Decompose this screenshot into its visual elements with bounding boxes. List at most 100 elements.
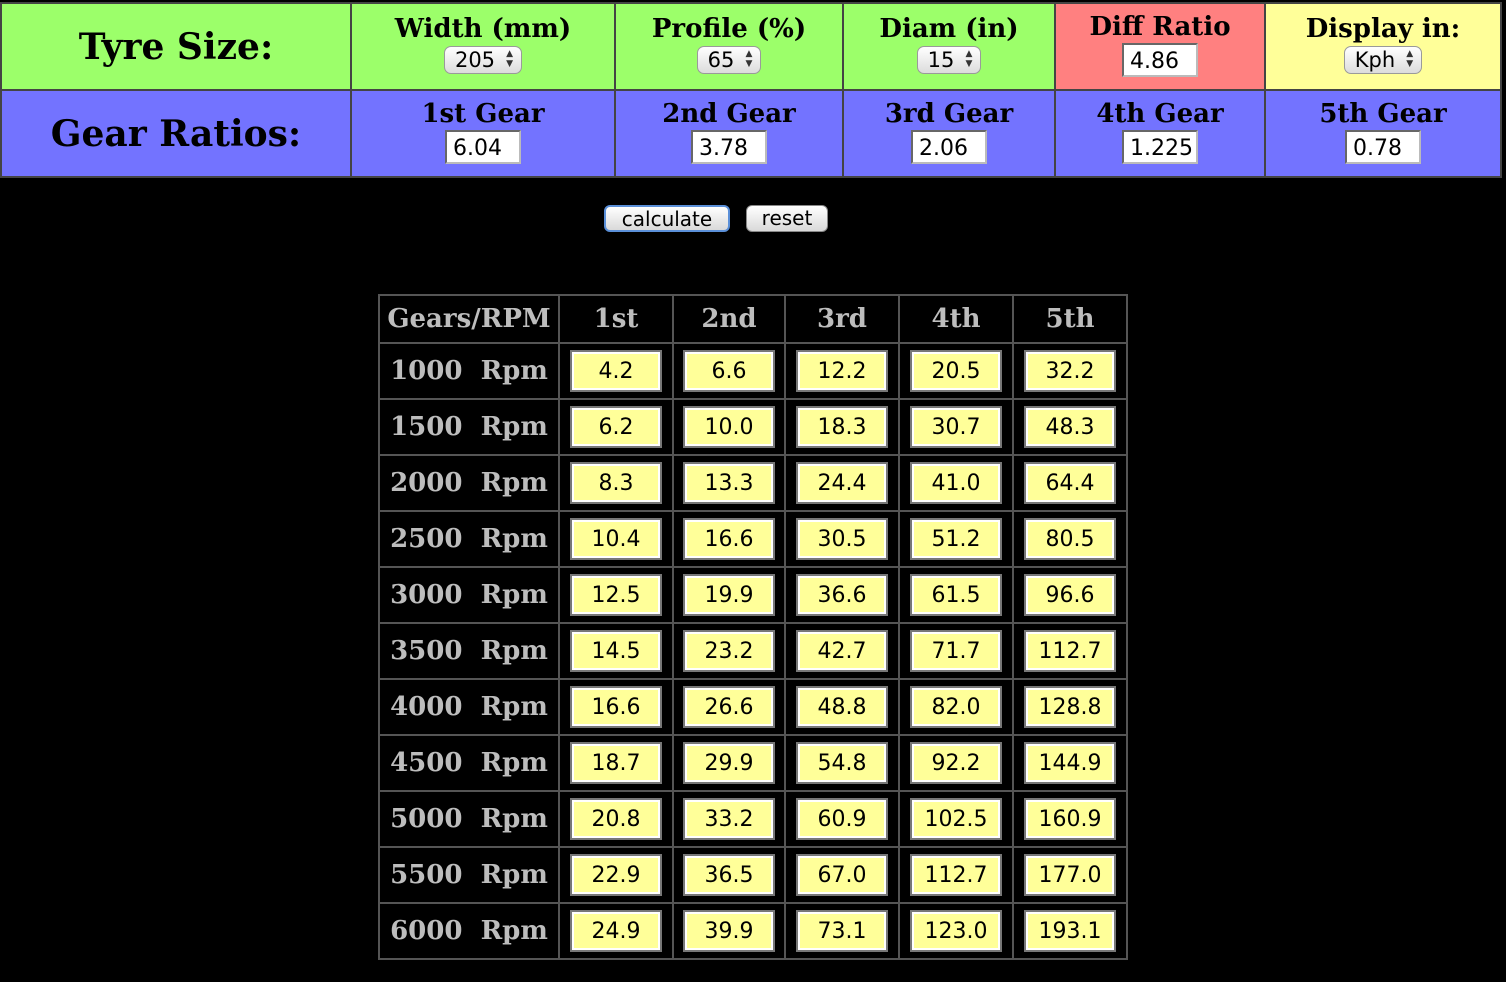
speed-cell: 82.0 xyxy=(898,678,1014,736)
gear-2-ratio-input[interactable]: 3.78 xyxy=(691,129,767,164)
speed-output-field[interactable]: 112.7 xyxy=(1024,630,1116,672)
speed-output-field[interactable]: 80.5 xyxy=(1024,518,1116,560)
reset-button[interactable]: reset xyxy=(746,205,828,232)
gear-4-cell: 4th Gear 1.225 xyxy=(1054,89,1266,178)
rpm-row-label: 2500 Rpm xyxy=(378,510,560,568)
speed-output-field[interactable]: 41.0 xyxy=(910,462,1002,504)
speed-output-field[interactable]: 14.5 xyxy=(570,630,662,672)
speed-output-field[interactable]: 12.2 xyxy=(796,350,888,392)
speed-output-field[interactable]: 92.2 xyxy=(910,742,1002,784)
speed-output-field[interactable]: 22.9 xyxy=(570,854,662,896)
gear-5-ratio-input[interactable]: 0.78 xyxy=(1345,129,1421,164)
speed-output-field[interactable]: 36.6 xyxy=(796,574,888,616)
diam-select[interactable]: 15 ▲ ▼ xyxy=(916,46,982,74)
gear-4-ratio-input[interactable]: 1.225 xyxy=(1122,129,1198,164)
rpm-row-label: 3000 Rpm xyxy=(378,566,560,624)
speed-output-field[interactable]: 73.1 xyxy=(796,910,888,952)
speed-output-field[interactable]: 29.9 xyxy=(683,742,775,784)
speed-output-field[interactable]: 39.9 xyxy=(683,910,775,952)
speed-output-field[interactable]: 18.7 xyxy=(570,742,662,784)
speed-cell: 22.9 xyxy=(558,846,674,904)
speed-cell: 102.5 xyxy=(898,790,1014,848)
speed-output-field[interactable]: 16.6 xyxy=(570,686,662,728)
speed-output-field[interactable]: 24.9 xyxy=(570,910,662,952)
speed-output-field[interactable]: 177.0 xyxy=(1024,854,1116,896)
width-select[interactable]: 205 ▲ ▼ xyxy=(443,46,523,74)
speed-output-field[interactable]: 160.9 xyxy=(1024,798,1116,840)
speed-output-field[interactable]: 61.5 xyxy=(910,574,1002,616)
speed-cell: 123.0 xyxy=(898,902,1014,960)
speed-output-field[interactable]: 6.2 xyxy=(570,406,662,448)
speed-output-field[interactable]: 36.5 xyxy=(683,854,775,896)
speed-output-field[interactable]: 71.7 xyxy=(910,630,1002,672)
speed-cell: 6.6 xyxy=(672,342,786,400)
speed-output-field[interactable]: 20.8 xyxy=(570,798,662,840)
speed-cell: 67.0 xyxy=(784,846,900,904)
diff-ratio-input[interactable]: 4.86 xyxy=(1122,42,1198,77)
speed-output-field[interactable]: 26.6 xyxy=(683,686,775,728)
speed-cell: 18.7 xyxy=(558,734,674,792)
table-row: 5000 Rpm 20.8 33.2 60.9 102.5 160.9 xyxy=(378,790,1128,848)
speed-output-field[interactable]: 20.5 xyxy=(910,350,1002,392)
speed-output-field[interactable]: 19.9 xyxy=(683,574,775,616)
speed-output-field[interactable]: 112.7 xyxy=(910,854,1002,896)
speed-output-field[interactable]: 4.2 xyxy=(570,350,662,392)
updown-arrows-icon: ▲ ▼ xyxy=(506,49,514,69)
width-cell: Width (mm) 205 ▲ ▼ xyxy=(350,2,616,91)
gear-1-ratio-input[interactable]: 6.04 xyxy=(445,129,521,164)
speed-output-field[interactable]: 30.7 xyxy=(910,406,1002,448)
speed-output-field[interactable]: 60.9 xyxy=(796,798,888,840)
rpm-row-label: 1500 Rpm xyxy=(378,398,560,456)
speed-cell: 19.9 xyxy=(672,566,786,624)
speed-output-field[interactable]: 6.6 xyxy=(683,350,775,392)
speed-output-field[interactable]: 48.3 xyxy=(1024,406,1116,448)
gear-2-cell: 2nd Gear 3.78 xyxy=(614,89,844,178)
speed-output-field[interactable]: 12.5 xyxy=(570,574,662,616)
speed-output-field[interactable]: 10.0 xyxy=(683,406,775,448)
speed-output-field[interactable]: 193.1 xyxy=(1024,910,1116,952)
speed-output-field[interactable]: 18.3 xyxy=(796,406,888,448)
speed-cell: 8.3 xyxy=(558,454,674,512)
rpm-value: 2500 xyxy=(390,524,463,554)
diam-label: Diam (in) xyxy=(879,14,1019,44)
speed-output-field[interactable]: 42.7 xyxy=(796,630,888,672)
gear-5-label: 5th Gear xyxy=(1319,98,1447,129)
speed-cell: 30.5 xyxy=(784,510,900,568)
rpm-value: 5000 xyxy=(390,804,463,834)
speed-output-field[interactable]: 24.4 xyxy=(796,462,888,504)
speed-output-field[interactable]: 67.0 xyxy=(796,854,888,896)
speed-cell: 48.8 xyxy=(784,678,900,736)
table-row: 1000 Rpm 4.2 6.6 12.2 20.5 32.2 xyxy=(378,342,1128,400)
speed-output-field[interactable]: 23.2 xyxy=(683,630,775,672)
gears-rpm-header: Gears/RPM xyxy=(378,294,560,344)
speed-output-field[interactable]: 82.0 xyxy=(910,686,1002,728)
speed-output-field[interactable]: 32.2 xyxy=(1024,350,1116,392)
speed-output-field[interactable]: 8.3 xyxy=(570,462,662,504)
calculate-button[interactable]: calculate xyxy=(604,205,730,232)
speed-output-field[interactable]: 102.5 xyxy=(910,798,1002,840)
rpm-unit: Rpm xyxy=(480,524,548,554)
speed-cell: 60.9 xyxy=(784,790,900,848)
speed-output-field[interactable]: 51.2 xyxy=(910,518,1002,560)
speed-output-field[interactable]: 33.2 xyxy=(683,798,775,840)
speed-output-field[interactable]: 16.6 xyxy=(683,518,775,560)
diff-ratio-cell: Diff Ratio 4.86 xyxy=(1054,2,1266,91)
speed-output-field[interactable]: 123.0 xyxy=(910,910,1002,952)
table-row: 2500 Rpm 10.4 16.6 30.5 51.2 80.5 xyxy=(378,510,1128,568)
speed-output-field[interactable]: 128.8 xyxy=(1024,686,1116,728)
speed-cell: 32.2 xyxy=(1012,342,1128,400)
display-unit-select[interactable]: Kph ▲ ▼ xyxy=(1343,46,1423,74)
speed-output-field[interactable]: 48.8 xyxy=(796,686,888,728)
speed-output-field[interactable]: 96.6 xyxy=(1024,574,1116,616)
speed-cell: 71.7 xyxy=(898,622,1014,680)
speed-output-field[interactable]: 10.4 xyxy=(570,518,662,560)
rpm-unit: Rpm xyxy=(480,580,548,610)
speed-output-field[interactable]: 13.3 xyxy=(683,462,775,504)
profile-select[interactable]: 65 ▲ ▼ xyxy=(696,46,762,74)
speed-output-field[interactable]: 64.4 xyxy=(1024,462,1116,504)
speed-output-field[interactable]: 54.8 xyxy=(796,742,888,784)
speed-output-field[interactable]: 30.5 xyxy=(796,518,888,560)
results-body: 1000 Rpm 4.2 6.6 12.2 20.5 32.2 1500 Rpm 6.2 10.… xyxy=(378,342,1128,960)
gear-3-ratio-input[interactable]: 2.06 xyxy=(911,129,987,164)
speed-output-field[interactable]: 144.9 xyxy=(1024,742,1116,784)
